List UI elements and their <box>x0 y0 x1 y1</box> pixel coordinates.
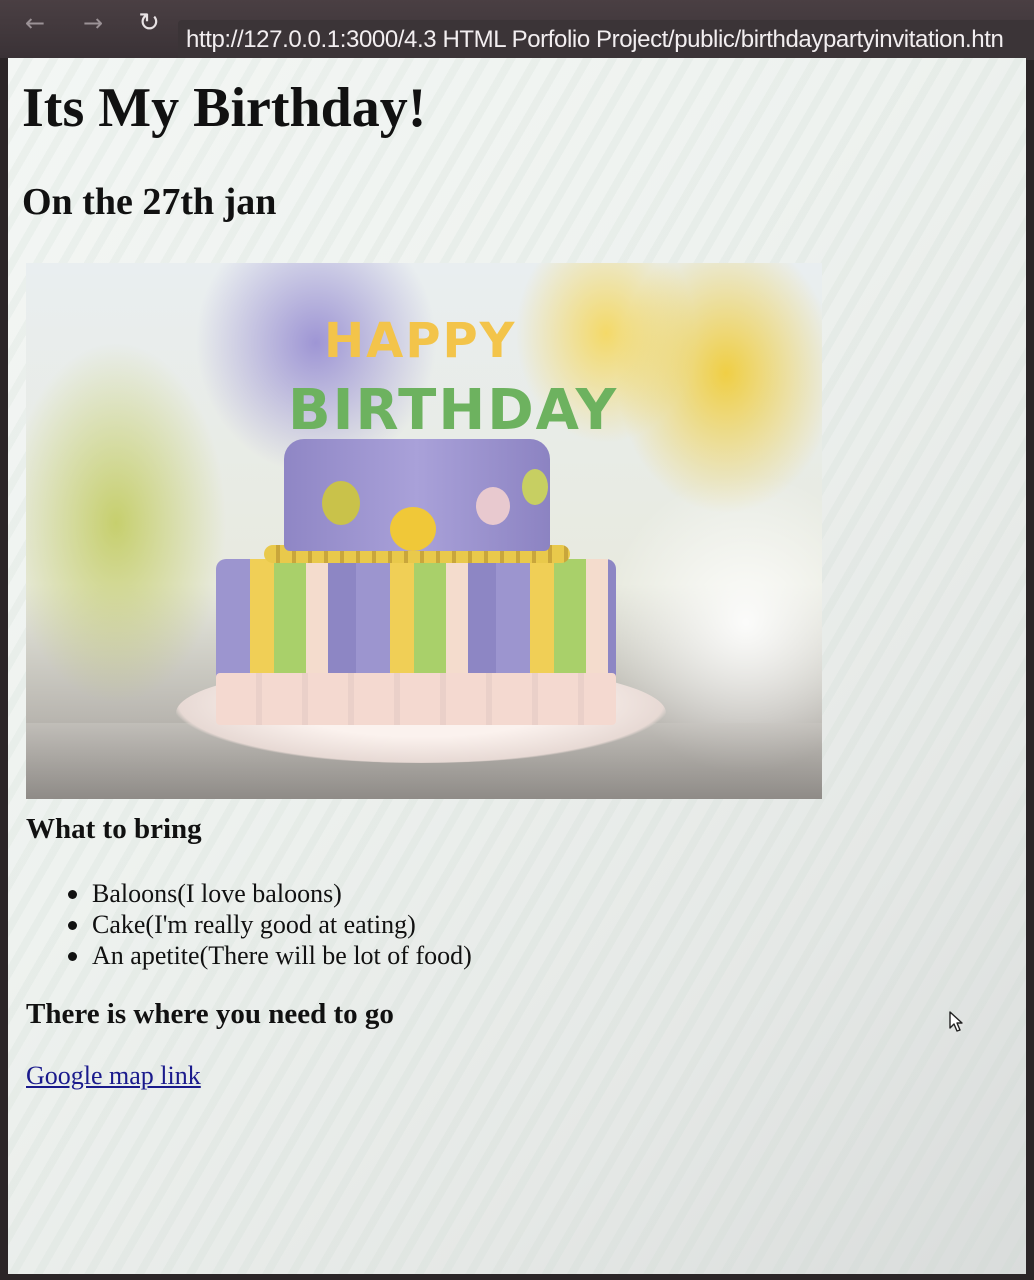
reload-icon: ↻ <box>138 8 160 38</box>
reload-button[interactable]: ↻ <box>132 8 166 38</box>
list-item: Baloons(I love baloons) <box>66 878 472 909</box>
google-map-link[interactable]: Google map link <box>26 1061 201 1091</box>
what-to-bring-heading: What to bring <box>26 813 202 845</box>
page-viewport: Its My Birthday! On the 27th jan HAPPY B… <box>8 58 1026 1274</box>
back-button[interactable]: ← <box>18 8 52 38</box>
cake-dot <box>390 507 436 551</box>
mouse-cursor-icon <box>949 1011 963 1032</box>
cake-dot <box>322 481 360 525</box>
arrow-right-icon: → <box>82 9 104 37</box>
location-heading: There is where you need to go <box>26 998 394 1030</box>
candle-text-birthday: BIRTHDAY <box>288 378 619 443</box>
browser-toolbar: ← → ↻ http://127.0.0.1:3000/4.3 HTML Por… <box>0 0 1034 60</box>
arrow-left-icon: ← <box>24 9 46 37</box>
cake-dot <box>476 487 510 525</box>
page-title: Its My Birthday! <box>22 77 427 139</box>
candle-text-happy: HAPPY <box>324 313 517 369</box>
list-item: An apetite(There will be lot of food) <box>66 940 472 971</box>
cake-top-tier <box>284 439 550 551</box>
cake-bottom-tier <box>216 559 616 687</box>
cake-dot <box>522 469 548 505</box>
list-item: Cake(I'm really good at eating) <box>66 909 472 940</box>
cake-ribbon <box>216 673 616 725</box>
page-subtitle: On the 27th jan <box>22 181 277 223</box>
address-bar[interactable]: http://127.0.0.1:3000/4.3 HTML Porfolio … <box>178 20 1034 60</box>
forward-button[interactable]: → <box>76 8 110 38</box>
url-text: http://127.0.0.1:3000/4.3 HTML Porfolio … <box>186 26 1004 53</box>
birthday-cake-image: HAPPY BIRTHDAY <box>26 263 822 799</box>
bring-list: Baloons(I love baloons) Cake(I'm really … <box>66 878 472 971</box>
